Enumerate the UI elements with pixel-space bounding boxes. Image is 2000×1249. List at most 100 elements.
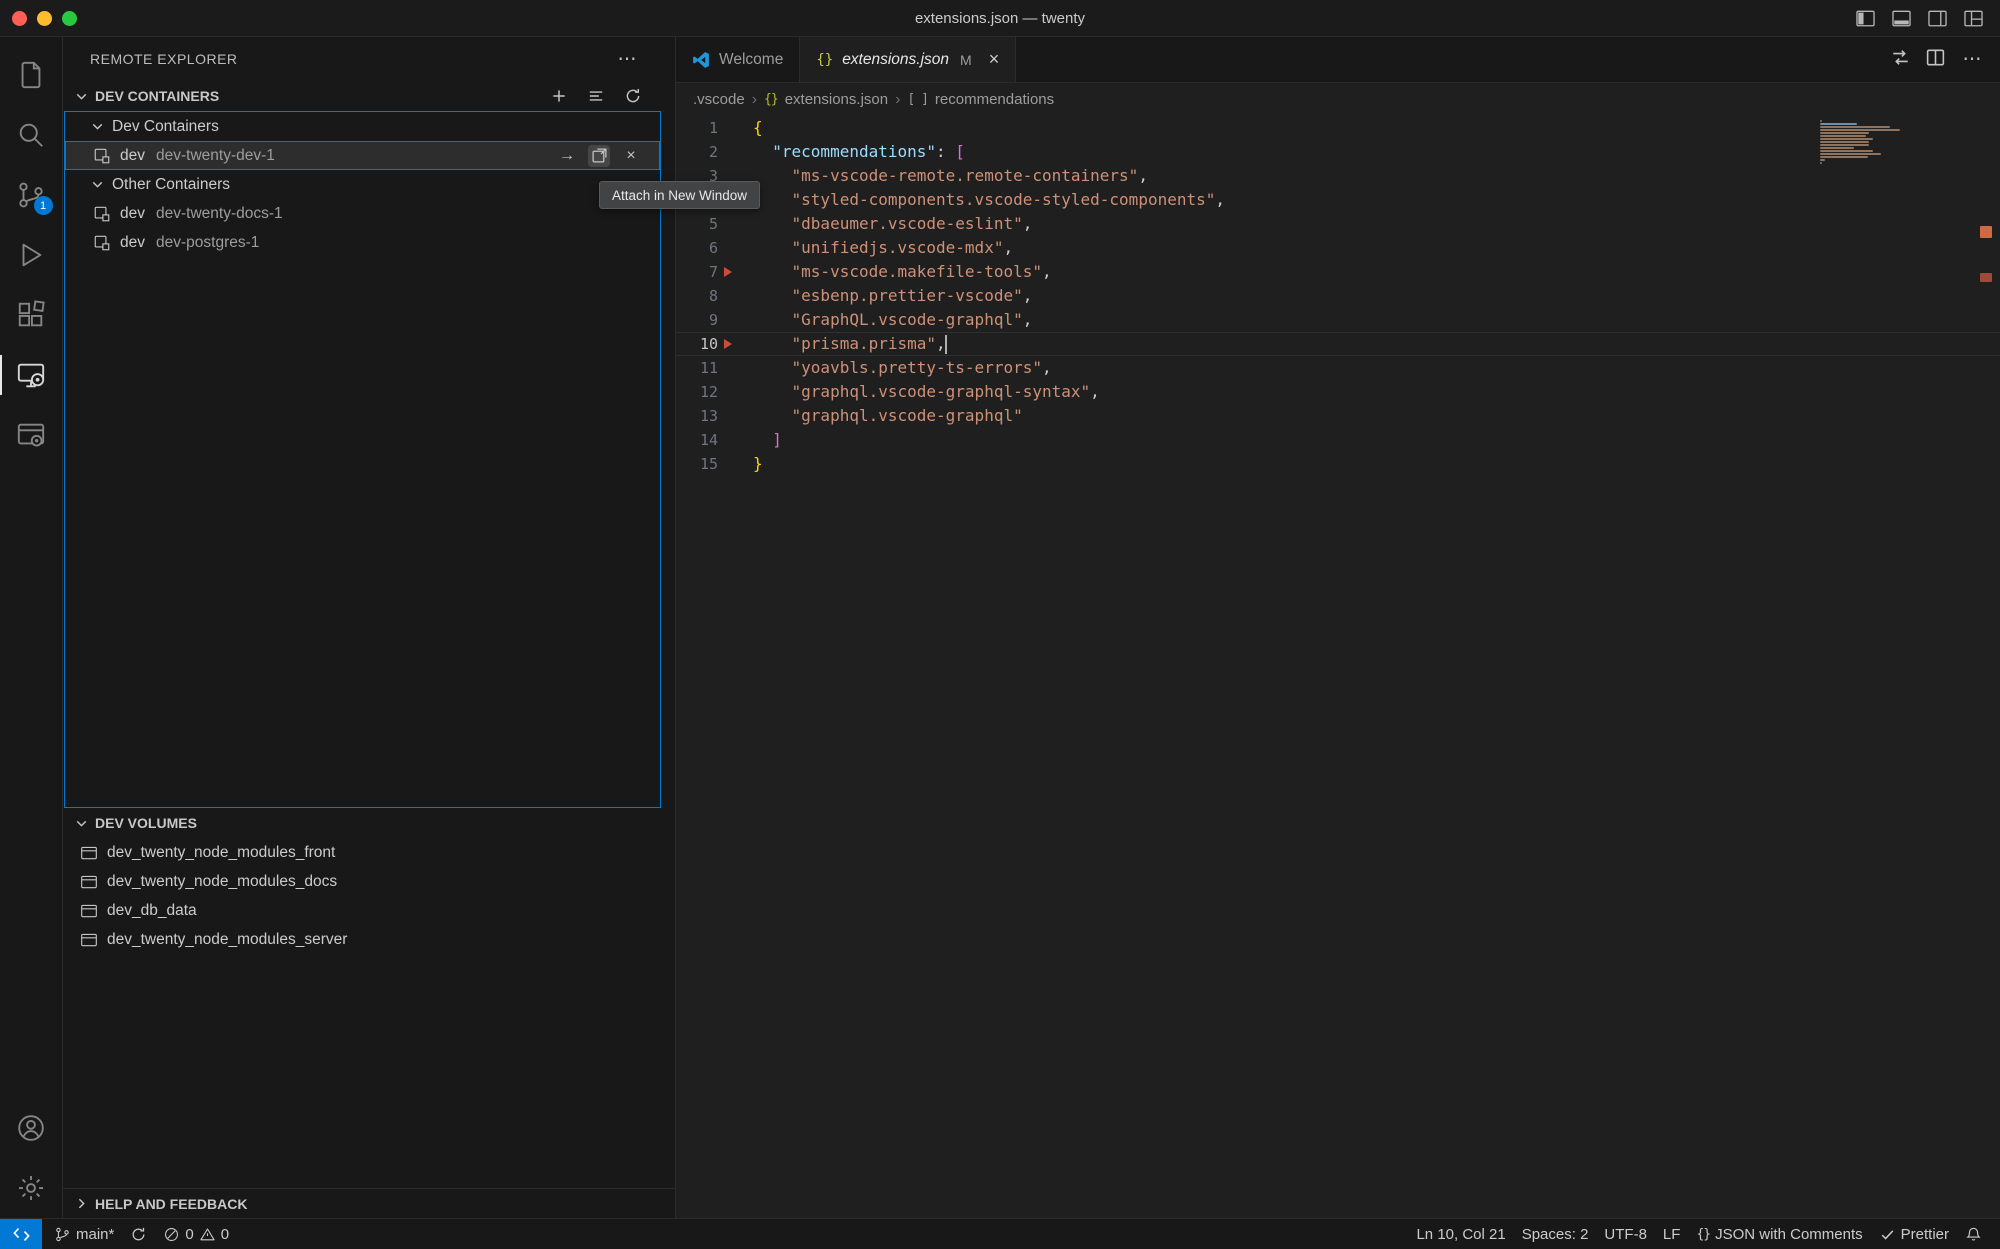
branch-label: main* <box>76 1226 114 1243</box>
volume-item[interactable]: dev_twenty_node_modules_docs <box>63 867 675 896</box>
container-id: dev-twenty-dev-1 <box>156 147 275 165</box>
editor-actions: ⋯ <box>1890 37 2000 82</box>
editor[interactable]: 1{2 "recommendations": [3 "ms-vscode-rem… <box>676 116 2000 1218</box>
volume-item[interactable]: dev_db_data <box>63 896 675 925</box>
sync-status[interactable] <box>122 1226 155 1243</box>
sidebar-more-actions-icon[interactable]: ⋯ <box>615 47 639 71</box>
notifications-status[interactable] <box>1957 1226 1990 1243</box>
formatter-status[interactable]: Prettier <box>1871 1226 1957 1243</box>
volume-label: dev_twenty_node_modules_front <box>107 844 335 862</box>
section-help-feedback[interactable]: HELP AND FEEDBACK <box>63 1188 675 1218</box>
section-dev-volumes-label: DEV VOLUMES <box>95 815 197 831</box>
add-container-icon[interactable] <box>547 84 571 108</box>
problems-status[interactable]: 0 0 <box>155 1226 237 1243</box>
vscode-window: extensions.json — twenty <box>0 0 2000 1249</box>
layout-controls <box>1854 7 2000 29</box>
array-symbol-icon: [ ] <box>907 92 927 107</box>
tree-item-dev-twenty-docs-1[interactable]: dev dev-twenty-docs-1 <box>65 199 660 228</box>
section-dev-containers[interactable]: DEV CONTAINERS <box>63 81 675 111</box>
remote-indicator[interactable] <box>0 1219 42 1249</box>
remote-explorer-icon[interactable] <box>0 345 63 405</box>
minimap[interactable] <box>1820 118 1906 164</box>
code-line: 11 "yoavbls.pretty-ts-errors", <box>676 356 2000 380</box>
container-id: dev-postgres-1 <box>156 234 259 252</box>
attach-new-window-icon[interactable] <box>588 145 610 167</box>
sidebar-header: REMOTE EXPLORER ⋯ <box>63 37 675 81</box>
code-lines: 1{2 "recommendations": [3 "ms-vscode-rem… <box>676 116 2000 476</box>
explorer-icon[interactable] <box>0 45 63 105</box>
status-bar: main* 0 0 Ln 10, Col 21 Spaces: 2 UTF-8 … <box>0 1218 2000 1249</box>
section-dev-containers-label: DEV CONTAINERS <box>95 88 219 104</box>
maximize-window-button[interactable] <box>62 11 77 26</box>
refresh-icon[interactable] <box>621 84 645 108</box>
toggle-panel-icon[interactable] <box>1890 7 1912 29</box>
line-number: 11 <box>676 356 718 380</box>
text-cursor <box>945 335 947 354</box>
tab-extensions-json[interactable]: {} extensions.json M × <box>800 37 1016 82</box>
sidebar-remote-explorer: REMOTE EXPLORER ⋯ DEV CONTAINERS <box>63 37 676 1218</box>
open-changes-icon[interactable] <box>1890 47 1911 73</box>
dev-containers-tree: Dev Containers dev dev-twenty-dev-1 → × <box>64 111 661 808</box>
tree-item-dev-postgres-1[interactable]: dev dev-postgres-1 <box>65 228 660 257</box>
breadcrumb-symbol[interactable]: recommendations <box>935 91 1054 108</box>
code-line: 12 "graphql.vscode-graphql-syntax", <box>676 380 2000 404</box>
code-line: 3 "ms-vscode-remote.remote-containers", <box>676 164 2000 188</box>
more-actions-icon[interactable]: ⋯ <box>1960 48 1984 72</box>
run-debug-icon[interactable] <box>0 225 63 285</box>
toggle-secondary-sidebar-icon[interactable] <box>1926 7 1948 29</box>
settings-gear-icon[interactable] <box>0 1158 63 1218</box>
breadcrumb-folder[interactable]: .vscode <box>693 91 745 108</box>
tooltip: Attach in New Window <box>599 181 760 209</box>
code-line: 13 "graphql.vscode-graphql" <box>676 404 2000 428</box>
eol-status[interactable]: LF <box>1655 1226 1689 1243</box>
branch-icon <box>54 1226 71 1243</box>
stop-container-icon[interactable]: × <box>620 145 642 167</box>
error-count: 0 <box>185 1226 193 1243</box>
code-line: 2 "recommendations": [ <box>676 140 2000 164</box>
language-mode-status[interactable]: {} JSON with Comments <box>1688 1226 1870 1243</box>
toggle-primary-sidebar-icon[interactable] <box>1854 7 1876 29</box>
split-editor-icon[interactable] <box>1925 47 1946 73</box>
code-line: 1{ <box>676 116 2000 140</box>
volume-label: dev_twenty_node_modules_server <box>107 931 347 949</box>
accounts-icon[interactable] <box>0 1098 63 1158</box>
warnings-icon <box>199 1226 216 1243</box>
section-dev-volumes[interactable]: DEV VOLUMES <box>63 808 675 838</box>
tree-group-dev-containers[interactable]: Dev Containers <box>65 112 660 141</box>
close-tab-icon[interactable]: × <box>989 49 1000 70</box>
line-number: 13 <box>676 404 718 428</box>
breadcrumb-file[interactable]: extensions.json <box>785 91 888 108</box>
source-control-icon[interactable]: 1 <box>0 165 63 225</box>
attach-to-container-icon[interactable]: → <box>556 145 578 167</box>
container-name: dev <box>120 234 145 252</box>
indentation-status[interactable]: Spaces: 2 <box>1514 1226 1597 1243</box>
line-number: 2 <box>676 140 718 164</box>
tab-bar: Welcome {} extensions.json M × ⋯ <box>676 37 2000 83</box>
cursor-position-status[interactable]: Ln 10, Col 21 <box>1408 1226 1513 1243</box>
tab-welcome[interactable]: Welcome <box>676 37 800 82</box>
line-number: 7 <box>676 260 718 284</box>
tab-label: Welcome <box>719 51 783 69</box>
minimize-window-button[interactable] <box>37 11 52 26</box>
gutter-marker-icon <box>724 267 732 277</box>
tree-group-other-containers[interactable]: Other Containers <box>65 170 660 199</box>
formatter-label: Prettier <box>1901 1226 1949 1243</box>
line-number: 6 <box>676 236 718 260</box>
encoding-status[interactable]: UTF-8 <box>1596 1226 1655 1243</box>
git-branch-status[interactable]: main* <box>46 1226 122 1243</box>
line-number: 12 <box>676 380 718 404</box>
close-window-button[interactable] <box>12 11 27 26</box>
search-icon[interactable] <box>0 105 63 165</box>
gutter-marker-icon <box>724 339 732 349</box>
customize-layout-icon[interactable] <box>1962 7 1984 29</box>
errors-icon <box>163 1226 180 1243</box>
volume-item[interactable]: dev_twenty_node_modules_front <box>63 838 675 867</box>
tree-item-dev-twenty-dev-1[interactable]: dev dev-twenty-dev-1 → × <box>65 141 660 170</box>
extensions-icon[interactable] <box>0 285 63 345</box>
line-number: 5 <box>676 212 718 236</box>
breadcrumbs: .vscode › {} extensions.json › [ ] recom… <box>676 83 2000 116</box>
volume-item[interactable]: dev_twenty_node_modules_server <box>63 925 675 954</box>
filter-list-icon[interactable] <box>584 84 608 108</box>
container-icon <box>93 205 111 223</box>
dev-containers-icon[interactable] <box>0 405 63 465</box>
